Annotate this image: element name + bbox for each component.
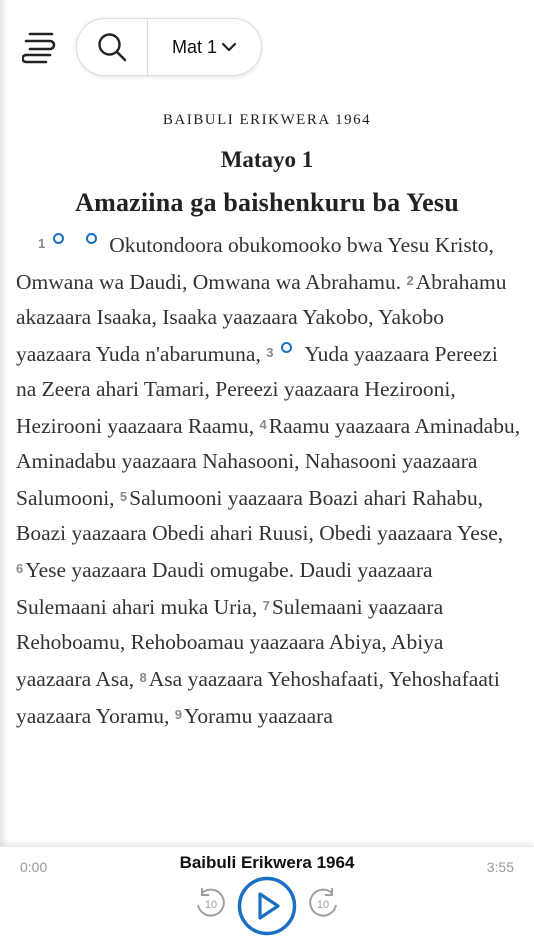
chevron-down-icon	[221, 42, 237, 52]
footnote-marker-icon[interactable]	[281, 342, 293, 353]
verse-number[interactable]: 3	[266, 345, 273, 360]
left-edge-shadow	[0, 0, 8, 950]
verse-number[interactable]: 9	[175, 707, 182, 722]
verse-number[interactable]: 8	[140, 670, 147, 685]
menu-button[interactable]	[21, 30, 56, 64]
book-chapter-selector[interactable]: Mat 1	[148, 37, 261, 58]
chapter-title: Matayo 1	[220, 147, 314, 172]
section-heading: Amaziina ga baishenkuru ba Yesu	[75, 188, 459, 217]
footnote-marker-icon[interactable]	[53, 233, 65, 244]
play-icon	[237, 876, 297, 936]
verse-number[interactable]: 5	[120, 489, 127, 504]
audio-player-bar: 0:00 Baibuli Erikwera 1964 3:55 10 10	[0, 846, 534, 950]
bible-version-label: BAIBULI ERIKWERA 1964	[162, 112, 372, 128]
scripture-text: 1 Okutondoora obukomooko bwa Yesu Kristo,…	[16, 226, 521, 838]
verse-paragraph: 1 Okutondoora obukomooko bwa Yesu Kristo,…	[16, 226, 521, 734]
menu-icon	[21, 32, 56, 64]
play-button[interactable]	[237, 876, 297, 936]
rewind-icon: 10	[197, 888, 225, 917]
forward-seconds-label: 10	[317, 899, 329, 911]
rewind-10-button[interactable]: 10	[192, 885, 228, 921]
verse-number[interactable]: 2	[406, 273, 413, 288]
footnote-marker-icon[interactable]	[86, 233, 98, 244]
total-duration: 3:55	[486, 859, 514, 875]
search-icon	[98, 33, 127, 62]
search-button[interactable]	[77, 19, 148, 75]
rewind-seconds-label: 10	[205, 899, 217, 911]
fast-forward-icon: 10	[309, 888, 337, 917]
book-chapter-label: Mat 1	[171, 36, 218, 57]
verse-number[interactable]: 1	[38, 236, 45, 251]
verse-number[interactable]: 7	[263, 598, 270, 613]
verse-text[interactable]: Yoramu yaazaara	[184, 704, 333, 728]
navigation-pill: Mat 1	[76, 18, 262, 76]
verse-number[interactable]: 4	[260, 417, 267, 432]
verse-number[interactable]: 6	[16, 561, 23, 576]
audio-title: Baibuli Erikwera 1964	[179, 853, 355, 872]
forward-10-button[interactable]: 10	[306, 885, 342, 921]
